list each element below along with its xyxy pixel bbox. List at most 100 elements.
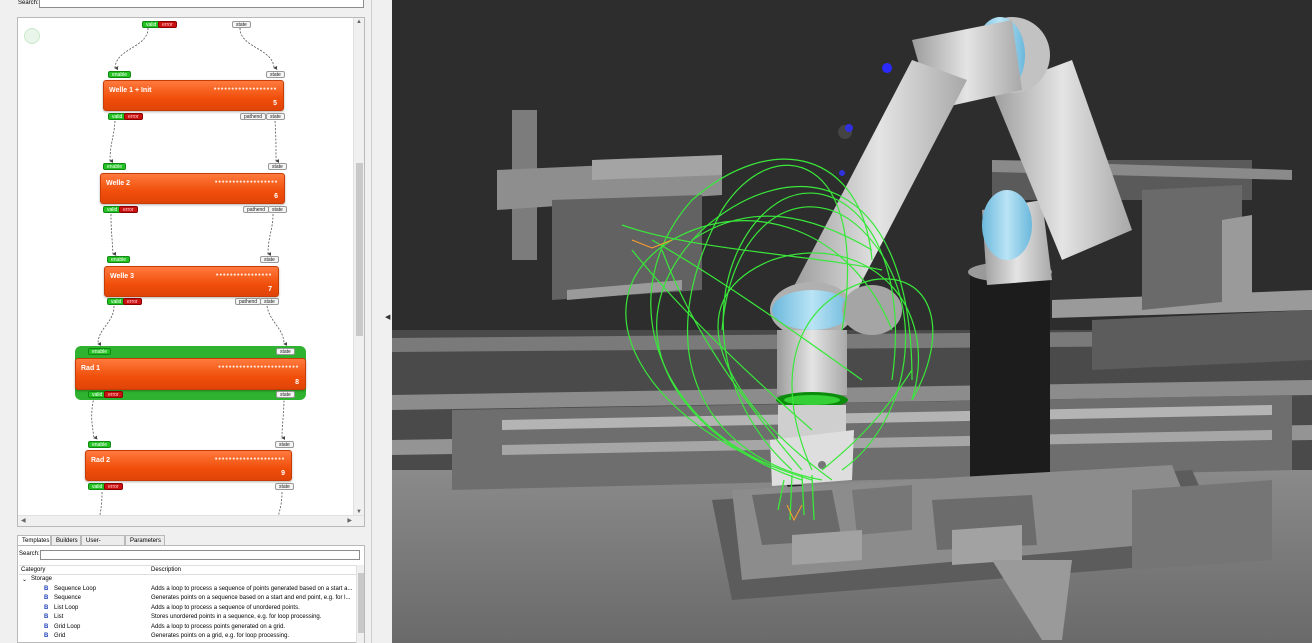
- flow-vertical-scrollbar[interactable]: ▲ ▼: [353, 18, 364, 516]
- port-state[interactable]: state: [268, 206, 287, 213]
- top-search-label: Search:: [18, 0, 39, 6]
- node-dots: ●●●●●●●●●●●●●●●●●●: [214, 179, 278, 185]
- row-description: Stores unordered points in a sequence, e…: [151, 614, 322, 620]
- port-pathend[interactable]: pathend: [240, 113, 267, 120]
- scroll-thumb[interactable]: [358, 573, 364, 633]
- port-state[interactable]: state: [268, 163, 287, 170]
- node-title: Welle 3: [110, 273, 134, 280]
- chevron-down-icon[interactable]: ⌄: [22, 576, 27, 583]
- flow-horizontal-scrollbar[interactable]: ◀ ▶: [18, 515, 364, 526]
- templates-panel: Search: Category Description ⌄ Storage B…: [17, 545, 365, 643]
- row-description: Generates points on a sequence based on …: [151, 595, 351, 601]
- table-row[interactable]: B Grid Loop Adds a loop to process point…: [19, 623, 364, 633]
- port-error[interactable]: error: [158, 21, 177, 28]
- port-enable[interactable]: enable: [103, 163, 127, 170]
- port-pathend[interactable]: pathend: [243, 206, 270, 213]
- port-enable[interactable]: enable: [107, 256, 131, 263]
- port-state[interactable]: state: [276, 391, 295, 398]
- scroll-up-icon[interactable]: ▲: [356, 19, 362, 25]
- flow-graph-canvas[interactable]: valid error state enable state Welle 1 +…: [17, 17, 365, 527]
- tab-builders[interactable]: Builders: [51, 535, 81, 545]
- column-header-description[interactable]: Description: [151, 567, 181, 573]
- templates-scrollbar[interactable]: [356, 565, 364, 643]
- flow-node-rad-2[interactable]: Rad 2 ●●●●●●●●●●●●●●●●●●●● 9: [85, 450, 292, 481]
- node-dots: ●●●●●●●●●●●●●●●●●●●●: [214, 456, 285, 462]
- b-icon: B: [44, 633, 49, 639]
- top-search-input[interactable]: [39, 0, 364, 8]
- port-state[interactable]: state: [275, 483, 294, 490]
- table-header: Category Description: [19, 565, 364, 575]
- b-icon: B: [44, 604, 49, 611]
- 3d-viewport[interactable]: [392, 0, 1312, 643]
- port-error[interactable]: error: [123, 298, 142, 305]
- table-row[interactable]: B Sequence Loop Adds a loop to process a…: [19, 585, 364, 595]
- port-error[interactable]: error: [124, 113, 143, 120]
- node-dots: ●●●●●●●●●●●●●●●●: [215, 272, 272, 278]
- templates-search-label: Search:: [19, 551, 40, 557]
- row-name: Sequence Loop: [54, 585, 97, 592]
- tab-user-defined[interactable]: User-defined: [81, 535, 125, 554]
- flow-node-rad-1[interactable]: Rad 1 ●●●●●●●●●●●●●●●●●●●●●●● 8: [75, 358, 306, 390]
- port-enable[interactable]: enable: [88, 348, 112, 355]
- left-panel: Search: valid error state enable state W…: [0, 0, 372, 643]
- port-state[interactable]: state: [276, 348, 295, 355]
- robot-cell-scene: [392, 17, 1312, 643]
- row-name: Storage: [31, 576, 53, 582]
- node-title: Rad 2: [91, 457, 111, 464]
- app-window: Search: valid error state enable state W…: [0, 0, 1312, 643]
- row-description: Adds a loop to process points generated …: [151, 623, 286, 630]
- row-name: List Loop: [54, 604, 79, 611]
- row-description: Adds a loop to process a sequence of poi…: [151, 585, 353, 592]
- port-error[interactable]: error: [104, 483, 123, 490]
- port-pathend[interactable]: pathend: [235, 298, 262, 305]
- flow-node-welle-3[interactable]: Welle 3 ●●●●●●●●●●●●●●●● 7: [104, 266, 279, 297]
- b-icon: B: [44, 614, 49, 620]
- templates-table: Category Description ⌄ Storage B Sequenc…: [19, 565, 364, 642]
- port-state[interactable]: state: [266, 71, 285, 78]
- node-title: Welle 1 + Init: [109, 87, 152, 94]
- port-error[interactable]: error: [104, 391, 123, 398]
- row-name: Grid Loop: [54, 623, 81, 630]
- templates-search-input[interactable]: [40, 550, 360, 560]
- table-row[interactable]: B Grid Generates points on a grid, e.g. …: [19, 632, 364, 642]
- port-error[interactable]: error: [119, 206, 138, 213]
- node-number: 5: [273, 100, 277, 107]
- table-row[interactable]: B Sequence Generates points on a sequenc…: [19, 594, 364, 604]
- row-description: Adds a loop to process a sequence of uno…: [151, 604, 300, 611]
- node-dots: ●●●●●●●●●●●●●●●●●●: [213, 86, 277, 92]
- table-row[interactable]: ⌄ Storage: [19, 575, 364, 585]
- port-state[interactable]: state: [260, 298, 279, 305]
- splitter-collapse-icon[interactable]: ◀: [385, 313, 390, 321]
- tab-templates[interactable]: Templates: [17, 535, 51, 545]
- node-title: Welle 2: [106, 180, 130, 187]
- port-enable[interactable]: enable: [88, 441, 112, 448]
- scroll-thumb[interactable]: [356, 163, 363, 336]
- flow-node-welle-2[interactable]: Welle 2 ●●●●●●●●●●●●●●●●●● 6: [100, 173, 285, 204]
- port-state[interactable]: state: [232, 21, 251, 28]
- table-row[interactable]: B List Loop Adds a loop to process a seq…: [19, 604, 364, 614]
- row-description: Generates points on a grid, e.g. for loo…: [151, 633, 290, 639]
- b-icon: B: [44, 595, 49, 601]
- row-name: Grid: [54, 633, 66, 639]
- port-state[interactable]: state: [260, 256, 279, 263]
- node-number: 8: [295, 379, 299, 386]
- port-enable[interactable]: enable: [108, 71, 132, 78]
- node-number: 9: [281, 470, 285, 477]
- scroll-right-icon[interactable]: ▶: [347, 517, 352, 524]
- scroll-left-icon[interactable]: ◀: [21, 517, 26, 524]
- top-search-row: Search:: [0, 0, 372, 10]
- flow-node-welle-1[interactable]: Welle 1 + Init ●●●●●●●●●●●●●●●●●● 5: [103, 80, 284, 111]
- node-number: 7: [268, 286, 272, 293]
- tab-parameters[interactable]: Parameters: [125, 535, 165, 545]
- node-dots: ●●●●●●●●●●●●●●●●●●●●●●●: [218, 364, 299, 370]
- row-name: List: [54, 614, 64, 620]
- column-header-category[interactable]: Category: [21, 567, 45, 573]
- port-state[interactable]: state: [266, 113, 285, 120]
- port-state[interactable]: state: [275, 441, 294, 448]
- row-name: Sequence: [54, 595, 82, 601]
- b-icon: B: [44, 623, 49, 630]
- node-number: 6: [274, 193, 278, 200]
- node-title: Rad 1: [81, 365, 101, 372]
- table-row[interactable]: B List Stores unordered points in a sequ…: [19, 613, 364, 623]
- b-icon: B: [44, 585, 49, 592]
